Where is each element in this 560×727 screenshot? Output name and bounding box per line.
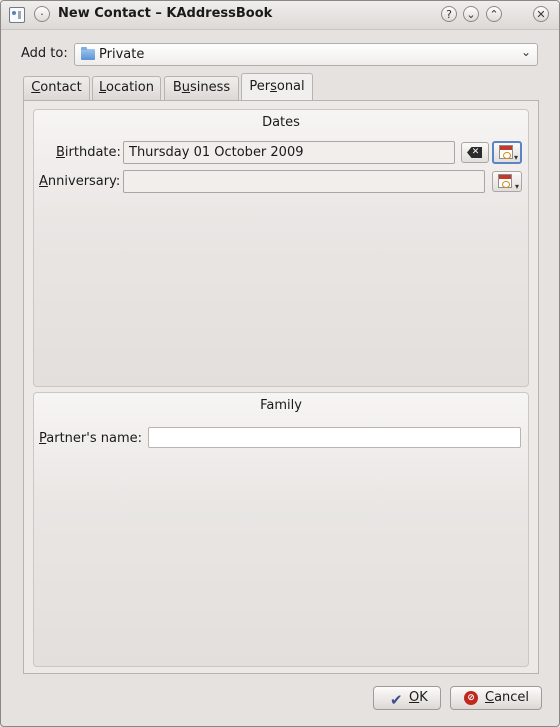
tab-label-accel: s bbox=[270, 79, 277, 94]
clear-icon: ✕ bbox=[467, 147, 482, 158]
cancel-label-rest: ancel bbox=[494, 690, 530, 705]
tab-label-accel: L bbox=[99, 80, 107, 95]
ok-label-accel: O bbox=[409, 690, 420, 705]
family-group: Family Partner's name: bbox=[33, 392, 529, 667]
new-contact-window: · New Contact – KAddressBook ? ⌄ ⌃ ✕ Add… bbox=[0, 0, 560, 727]
checkmark-icon: ✔ bbox=[390, 691, 403, 709]
calendar-icon bbox=[498, 174, 512, 188]
birthdate-label-accel: B bbox=[56, 145, 65, 160]
birthdate-label: Birthdate: bbox=[56, 145, 121, 160]
personal-tab-panel: Dates Birthdate: Thursday 01 October 200… bbox=[23, 100, 539, 674]
clear-birthdate-button[interactable]: ✕ bbox=[461, 142, 489, 163]
ok-label-rest: K bbox=[419, 690, 428, 705]
cancel-button[interactable]: ⊘ Cancel bbox=[450, 686, 542, 710]
family-group-title: Family bbox=[260, 398, 302, 413]
add-to-value: Private bbox=[99, 47, 145, 62]
calendar-icon bbox=[499, 145, 513, 159]
add-to-combobox[interactable]: Private ⌄ bbox=[74, 43, 538, 66]
tab-location[interactable]: Location bbox=[92, 76, 161, 100]
window-menu-button[interactable]: · bbox=[34, 6, 50, 22]
anniversary-label-rest: nniversary: bbox=[47, 174, 121, 189]
tab-label-part: ontact bbox=[40, 80, 82, 95]
tab-label-part: ocation bbox=[106, 80, 154, 95]
minimize-button[interactable]: ⌄ bbox=[463, 6, 479, 22]
partner-name-field[interactable] bbox=[148, 427, 521, 448]
tab-personal[interactable]: Personal bbox=[241, 73, 313, 101]
close-button[interactable]: ✕ bbox=[533, 6, 549, 22]
folder-icon bbox=[81, 47, 95, 60]
tab-contact[interactable]: Contact bbox=[23, 76, 90, 100]
dates-group-title: Dates bbox=[262, 115, 300, 130]
add-to-label: Add to: bbox=[21, 46, 68, 61]
birthdate-calendar-button[interactable]: ▾ bbox=[492, 141, 522, 164]
tab-label-part: onal bbox=[276, 79, 305, 94]
anniversary-field[interactable] bbox=[123, 170, 485, 193]
maximize-button[interactable]: ⌃ bbox=[486, 6, 502, 22]
title-bar: · New Contact – KAddressBook ? ⌄ ⌃ ✕ bbox=[1, 1, 559, 30]
window-title: New Contact – KAddressBook bbox=[58, 6, 273, 21]
tab-label-part: Per bbox=[249, 79, 271, 94]
partner-name-label: Partner's name: bbox=[39, 431, 142, 446]
birthdate-field[interactable]: Thursday 01 October 2009 bbox=[123, 141, 455, 164]
birthdate-label-rest: irthdate: bbox=[64, 145, 121, 160]
tab-label-part: B bbox=[172, 80, 182, 95]
anniversary-calendar-button[interactable]: ▾ bbox=[492, 171, 522, 192]
cancel-label: Cancel bbox=[485, 687, 529, 709]
cancel-icon: ⊘ bbox=[464, 691, 478, 705]
partner-label-rest: artner's name: bbox=[46, 431, 142, 446]
dates-group: Dates Birthdate: Thursday 01 October 200… bbox=[33, 109, 529, 387]
cancel-label-accel: C bbox=[485, 690, 495, 705]
help-icon: ? bbox=[446, 8, 452, 21]
dot-icon: · bbox=[40, 8, 44, 21]
kaddressbook-app-icon[interactable] bbox=[9, 7, 25, 23]
close-icon: ✕ bbox=[536, 8, 546, 21]
chevron-down-icon: ⌄ bbox=[520, 45, 531, 59]
chevron-down-icon: ▾ bbox=[514, 182, 519, 191]
ok-label: OK bbox=[409, 687, 428, 709]
help-button[interactable]: ? bbox=[441, 6, 457, 22]
anniversary-label: Anniversary: bbox=[39, 174, 120, 189]
chevron-down-icon: ⌄ bbox=[466, 8, 476, 21]
ok-button[interactable]: ✔ OK bbox=[373, 686, 441, 710]
tab-label-part: siness bbox=[190, 80, 231, 95]
tab-label-accel: C bbox=[31, 80, 41, 95]
chevron-down-icon: ▾ bbox=[513, 153, 518, 162]
anniversary-label-accel: A bbox=[39, 174, 48, 189]
tab-business[interactable]: Business bbox=[164, 76, 239, 100]
tab-label-accel: u bbox=[181, 80, 190, 95]
chevron-up-icon: ⌃ bbox=[489, 8, 499, 21]
